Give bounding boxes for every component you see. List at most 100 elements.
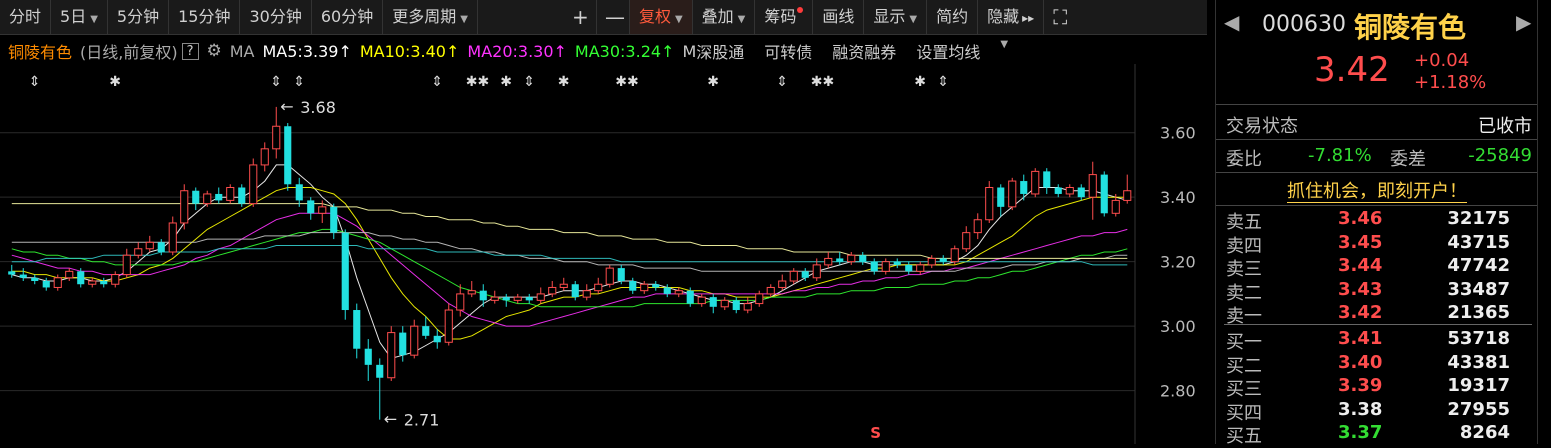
candle-body — [605, 267, 614, 285]
event-marker-icon: ✱ — [109, 74, 121, 90]
toolbar-item-right_items-5[interactable]: 画线 — [813, 0, 865, 34]
fullscreen-icon[interactable]: ⛶ — [1044, 0, 1076, 34]
candle-body — [387, 332, 396, 379]
candle-body — [663, 287, 671, 294]
candle-body — [709, 297, 717, 307]
event-marker-icon: ✱ — [558, 74, 570, 90]
next-stock-icon[interactable]: ▶ — [1516, 10, 1531, 34]
candle-body — [318, 206, 327, 214]
chevron-down-icon: ▼ — [909, 14, 918, 25]
ma-label[interactable]: MA — [230, 42, 255, 61]
notification-dot-icon — [797, 7, 804, 13]
commission-ratio-value: -7.81% — [1308, 145, 1372, 166]
candle-body — [859, 255, 867, 262]
toolbar-item-right_items-0[interactable]: + — [564, 0, 597, 34]
toolbar-item-label: 复权 — [638, 7, 671, 26]
toolbar-item-items-0[interactable]: 分时 — [0, 0, 52, 34]
toolbar-item-items-3[interactable]: 15分钟 — [169, 0, 241, 34]
order-price: 3.42 — [1338, 302, 1383, 323]
open-account-link[interactable]: 抓住机会，即刻开户！ — [1287, 181, 1467, 203]
candle-body — [939, 258, 947, 262]
trade-status-value: 已收市 — [1478, 116, 1532, 137]
toolbar-item-right_items-4[interactable]: 筹码 — [755, 0, 814, 34]
candle-body — [582, 290, 591, 298]
toolbar-item-label: 叠加 — [701, 7, 734, 26]
toolbar-item-label: 15分钟 — [178, 7, 231, 26]
ma-indicator-bar: 铜陵有色 (日线,前复权) ? ⚙ MA MA5:3.39↑ MA10:3.40… — [0, 38, 1207, 64]
chevron-down-icon: ▼ — [90, 14, 98, 25]
indicator-link-0[interactable]: 深股通 — [696, 39, 744, 63]
candle-body — [1088, 174, 1097, 198]
price-annotation: ← — [384, 410, 397, 429]
commission-ratio-label: 委比 — [1226, 149, 1262, 170]
candle-body — [536, 293, 545, 301]
candle-body — [617, 268, 625, 282]
candle-body — [456, 293, 465, 311]
help-button[interactable]: ? — [181, 42, 199, 60]
price-annotation-value: 3.68 — [300, 98, 336, 117]
candle-body — [824, 257, 833, 266]
order-level-label: 卖四 — [1226, 235, 1262, 257]
candle-body — [226, 187, 235, 201]
toolbar-item-right_items-8[interactable]: 隐藏 ▸▸ — [978, 0, 1045, 34]
order-level-label: 买四 — [1226, 402, 1262, 424]
toolbar-item-items-2[interactable]: 5分钟 — [108, 0, 170, 34]
candle-body — [88, 280, 97, 285]
candle-body — [525, 297, 533, 301]
candle-body — [766, 286, 775, 295]
candle-body — [720, 299, 729, 308]
candle-body — [42, 281, 50, 288]
candle-body — [502, 297, 510, 301]
candle-body — [444, 309, 453, 343]
candle-body — [950, 248, 959, 263]
order-volume: 8264 — [1459, 422, 1510, 443]
prev-stock-icon[interactable]: ◀ — [1224, 10, 1239, 34]
order-level-label: 买二 — [1226, 355, 1262, 377]
order-price: 3.39 — [1338, 375, 1383, 396]
order-level-label: 买三 — [1226, 379, 1262, 400]
event-marker-icon: ⇕ — [29, 74, 41, 90]
candle-body — [410, 325, 419, 356]
toolbar-item-right_items-1[interactable]: — — [597, 0, 630, 34]
toolbar-item-label: 显示 — [873, 7, 906, 26]
toolbar-item-right_items-3[interactable]: 叠加 ▼ — [693, 0, 756, 34]
candle-body — [77, 271, 85, 285]
toolbar-item-right_items-7[interactable]: 简约 — [927, 0, 979, 34]
candle-body — [812, 264, 821, 279]
candle-body — [513, 296, 522, 301]
candle-body — [1111, 199, 1120, 214]
double-chevron-right-icon: ▸▸ — [1022, 11, 1035, 25]
toolbar-item-items-1[interactable]: 5日 ▼ — [51, 0, 108, 34]
toolbar-item-right_items-6[interactable]: 显示 ▼ — [864, 0, 928, 34]
candle-body — [801, 271, 809, 278]
order-volume: 53718 — [1447, 328, 1510, 349]
period-toolbar: 分时 5日 ▼ 5分钟 15分钟 30分钟 60分钟 更多周期 ▼ + — 复权 ▼ 叠加 ▼ 筹码 画线 显示… — [0, 0, 1207, 35]
toolbar-item-items-6[interactable]: 更多周期 ▼ — [383, 0, 478, 34]
indicator-link-3[interactable]: 设置均线 — [916, 39, 980, 63]
indicator-link-1[interactable]: 可转债 — [764, 39, 812, 63]
candle-body — [157, 242, 165, 252]
y-tick-label: 3.60 — [1160, 124, 1196, 143]
candle-body — [272, 125, 281, 150]
last-price: 3.42 — [1314, 50, 1390, 90]
panel-scroll-edge[interactable] — [1537, 0, 1551, 444]
toolbar-item-label: 分时 — [9, 7, 42, 26]
toolbar-item-right_items-2[interactable]: 复权 ▼ — [629, 0, 693, 34]
candle-body — [732, 300, 740, 311]
candle-body — [548, 286, 557, 295]
event-marker-icon: ⇕ — [293, 74, 305, 90]
candle-body — [905, 264, 913, 272]
candle-body — [893, 261, 901, 265]
candle-body — [490, 296, 499, 301]
candle-body — [479, 290, 487, 301]
indicator-link-2[interactable]: 融资融券 — [832, 39, 896, 63]
candle-body — [789, 270, 798, 282]
order-volume: 43381 — [1447, 351, 1510, 373]
toolbar-item-items-5[interactable]: 60分钟 — [312, 0, 384, 34]
toolbar-item-items-4[interactable]: 30分钟 — [240, 0, 312, 34]
gear-icon[interactable]: ⚙ — [207, 41, 222, 61]
event-marker-icon: ✱ — [500, 74, 512, 90]
order-level-label: 买五 — [1226, 426, 1262, 447]
candlestick-chart[interactable]: 3.603.403.203.002.80← 3.68← 2.71⇕ ✱ ⇕ ⇕ ⇕ ✱✱ ✱ ⇕ ✱… — [0, 64, 1207, 444]
candle-body — [422, 326, 430, 336]
